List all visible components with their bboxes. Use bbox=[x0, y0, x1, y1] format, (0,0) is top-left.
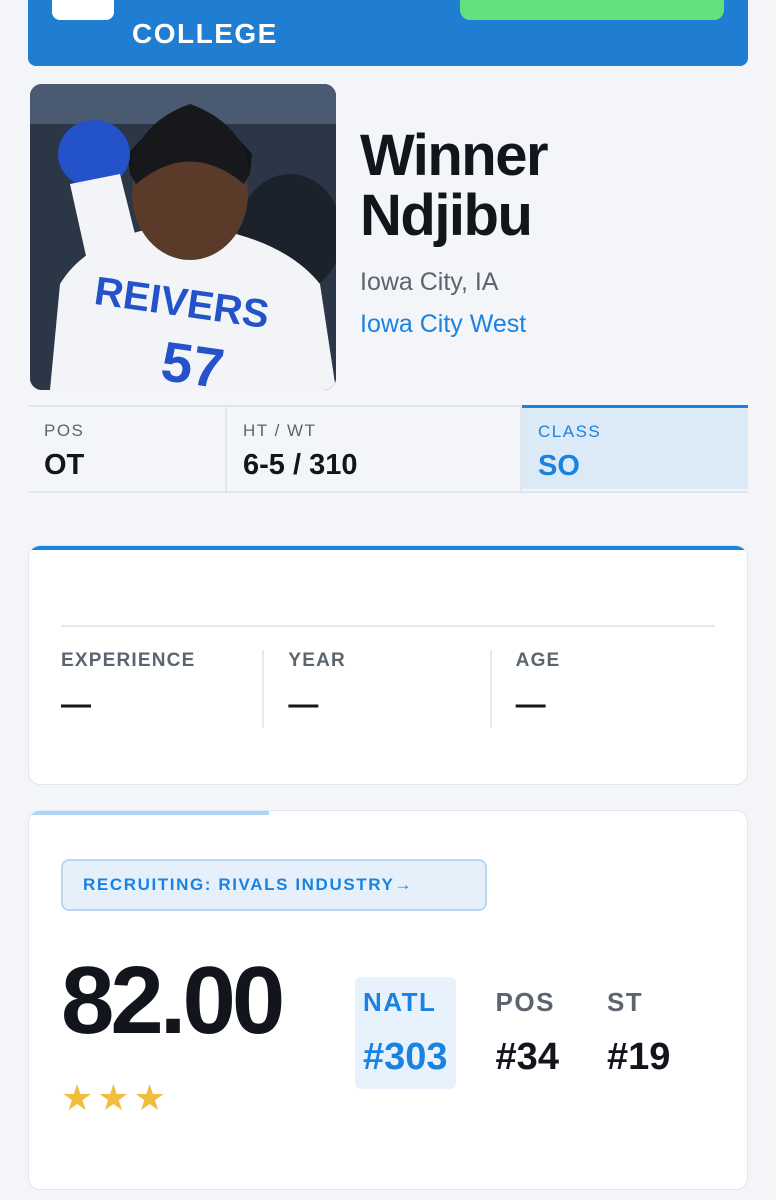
divider bbox=[61, 625, 715, 627]
rank-label: NATL bbox=[363, 987, 437, 1017]
vital-value: OT bbox=[44, 449, 85, 481]
player-photo: REIVERS 57 bbox=[30, 84, 336, 390]
year-stat: YEAR — bbox=[262, 650, 489, 728]
experience-stats: EXPERIENCE — YEAR — AGE — bbox=[61, 650, 717, 728]
card-accent-line bbox=[29, 811, 269, 815]
card-accent-line bbox=[29, 546, 747, 550]
age-stat: AGE — bbox=[489, 650, 717, 728]
vital-height-weight: HT / WT 6-5 / 310 bbox=[227, 407, 522, 491]
rank-state[interactable]: ST #19 bbox=[599, 977, 678, 1089]
player-hometown: Iowa City, IA bbox=[360, 268, 499, 296]
recruiting-source-button[interactable]: RECRUITING: RIVALS INDUSTRY→ bbox=[61, 859, 487, 911]
logo[interactable] bbox=[52, 0, 114, 20]
vital-class[interactable]: CLASS SO bbox=[522, 405, 748, 489]
stat-label: YEAR bbox=[288, 650, 346, 671]
vital-position: POS OT bbox=[28, 407, 227, 491]
rank-position[interactable]: POS #34 bbox=[488, 977, 567, 1089]
rating-score: 82.00 bbox=[61, 947, 285, 1054]
jersey-number: 57 bbox=[157, 329, 227, 390]
rank-value: #19 bbox=[606, 1036, 671, 1078]
rank-national[interactable]: NATL #303 bbox=[355, 977, 456, 1089]
player-school-link[interactable]: Iowa City West bbox=[360, 310, 526, 339]
experience-card: EXPERIENCE — YEAR — AGE — bbox=[28, 545, 748, 785]
stat-value: — bbox=[61, 688, 91, 721]
experience-stat: EXPERIENCE — bbox=[61, 650, 262, 728]
vitals-strip: POS OT HT / WT 6-5 / 310 CLASS SO bbox=[28, 405, 748, 493]
player-name: Winner Ndjibu bbox=[360, 123, 549, 248]
rank-value: #34 bbox=[495, 1036, 559, 1078]
vital-value: 6-5 / 310 bbox=[243, 449, 358, 481]
star-rating-icon: ★★★ bbox=[61, 1077, 170, 1118]
vital-label: POS bbox=[44, 421, 85, 440]
player-first-name: Winner bbox=[360, 123, 549, 188]
rank-value: #303 bbox=[363, 1036, 448, 1078]
top-banner: COLLEGE bbox=[28, 0, 748, 66]
recruiting-card: RECRUITING: RIVALS INDUSTRY→ 82.00 ★★★ N… bbox=[28, 810, 748, 1190]
vital-label: CLASS bbox=[538, 422, 602, 441]
rank-label: POS bbox=[495, 987, 555, 1017]
rankings: NATL #303 POS #34 ST #19 bbox=[355, 977, 710, 1089]
vital-label: HT / WT bbox=[243, 421, 317, 440]
stat-label: EXPERIENCE bbox=[61, 650, 196, 671]
stat-value: — bbox=[288, 688, 319, 721]
banner-label: COLLEGE bbox=[132, 18, 278, 49]
vital-value: SO bbox=[538, 450, 580, 482]
stat-label: AGE bbox=[515, 650, 561, 671]
player-last-name: Ndjibu bbox=[360, 183, 533, 248]
stat-value: — bbox=[515, 688, 546, 721]
cta-button[interactable] bbox=[460, 0, 724, 20]
rank-label: ST bbox=[606, 987, 644, 1017]
